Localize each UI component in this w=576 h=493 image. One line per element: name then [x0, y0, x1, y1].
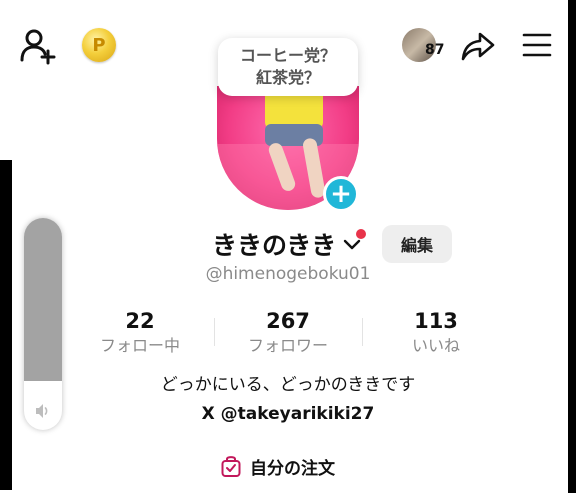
- add-user-icon: [20, 29, 56, 65]
- note-line-1: コーヒー党？: [239, 46, 336, 65]
- my-orders-label: 自分の注文: [250, 458, 335, 479]
- coin-icon: P: [92, 34, 106, 56]
- volume-slider[interactable]: [24, 218, 62, 430]
- volume-level: [24, 218, 62, 381]
- following-label: フォロー中: [99, 336, 180, 355]
- add-story-button[interactable]: +: [323, 176, 359, 212]
- followers-stat[interactable]: 267 フォロワー: [228, 308, 348, 358]
- following-stat[interactable]: 22 フォロー中: [80, 308, 200, 358]
- likes-stat[interactable]: 113 いいね: [376, 308, 496, 358]
- likes-count: 113: [414, 309, 458, 333]
- add-friend-button[interactable]: [18, 26, 58, 66]
- shopping-bag-icon: [221, 456, 241, 477]
- followers-count: 267: [266, 309, 310, 333]
- followers-label: フォロワー: [247, 336, 328, 355]
- stat-divider: [362, 318, 363, 346]
- menu-button[interactable]: [520, 28, 554, 62]
- my-orders-button[interactable]: 自分の注文: [220, 452, 335, 480]
- note-bubble[interactable]: コーヒー党？ 紅茶党？: [218, 38, 358, 96]
- speaker-icon: [36, 404, 48, 418]
- edit-profile-button[interactable]: 編集: [382, 225, 452, 263]
- following-count: 22: [125, 309, 155, 333]
- note-line-2: 紅茶党？: [255, 68, 320, 87]
- share-icon: [461, 32, 495, 61]
- likes-label: いいね: [411, 336, 460, 355]
- stat-divider: [214, 318, 215, 346]
- username-row[interactable]: き きのきき: [212, 224, 362, 264]
- display-name-prefix: き: [212, 231, 238, 260]
- share-button[interactable]: [458, 26, 498, 66]
- profile-visitors-count[interactable]: 87: [425, 42, 444, 58]
- notification-dot: [356, 229, 366, 239]
- x-account-link[interactable]: X @takeyarikiki27: [0, 404, 576, 424]
- left-screen-edge: [0, 160, 12, 490]
- coin-button[interactable]: P: [82, 28, 116, 62]
- username-handle: @himenogeboku01: [205, 264, 371, 284]
- profile-bio: どっかにいる、どっかのききです: [160, 375, 416, 395]
- display-name: きのきき: [237, 231, 337, 260]
- menu-icon: [522, 33, 552, 57]
